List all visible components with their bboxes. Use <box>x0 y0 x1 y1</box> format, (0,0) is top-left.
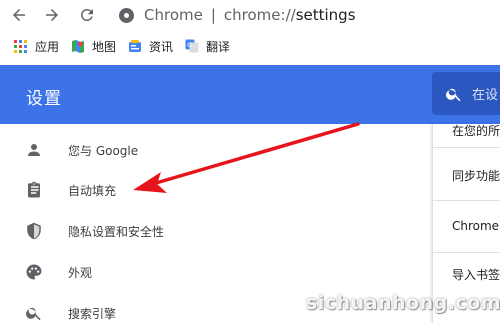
bookmark-label: 应用 <box>35 39 60 54</box>
reload-button[interactable] <box>77 5 97 25</box>
menu-item-label: 自动填充 <box>68 183 117 198</box>
person-icon <box>24 140 44 160</box>
translate-icon: G <box>185 39 199 53</box>
settings-search-input[interactable]: 在设 <box>432 72 500 115</box>
menu-item-privacy-security[interactable]: 隐私设置和安全性 <box>0 211 300 251</box>
palette-icon <box>24 262 44 282</box>
clipboard-icon <box>24 180 44 200</box>
arrow-right-icon <box>46 9 58 21</box>
maps-icon <box>72 40 85 53</box>
apps-grid-icon <box>14 39 27 53</box>
browser-toolbar: Chrome | chrome://settings <box>0 0 500 30</box>
card-row[interactable]: 同步功能 <box>433 167 500 184</box>
menu-item-label: 隐私设置和安全性 <box>68 224 165 239</box>
svg-text:G: G <box>187 42 192 49</box>
url-text: chrome://settings <box>224 6 356 24</box>
menu-item-appearance[interactable]: 外观 <box>0 252 300 292</box>
menu-item-search-engine[interactable]: 搜索引擎 <box>0 293 300 323</box>
url-scheme: chrome:// <box>223 6 296 24</box>
card-row[interactable]: 在您的所 <box>433 122 500 139</box>
search-icon <box>24 303 44 323</box>
bookmark-label: 翻译 <box>206 39 231 54</box>
bookmark-maps[interactable]: 地图 <box>65 35 122 57</box>
menu-item-label: 搜索引擎 <box>68 306 117 321</box>
menu-item-label: 您与 Google <box>68 143 139 158</box>
bookmark-label: 资讯 <box>149 39 174 54</box>
url-separator: | <box>210 6 216 24</box>
arrow-left-icon <box>13 9 25 21</box>
settings-header: 设置 在设 <box>0 65 500 124</box>
news-icon <box>129 40 142 52</box>
menu-item-autofill[interactable]: 自动填充 <box>0 170 300 210</box>
bookmarks-bar: 应用 地图 资讯 G 翻译 <box>0 33 500 59</box>
card-row[interactable]: 导入书签 <box>433 266 500 283</box>
shield-icon <box>24 221 44 241</box>
watermark: sichuanhong.com <box>306 292 500 314</box>
card-row[interactable]: Chrome <box>433 219 500 233</box>
url-path: settings <box>295 6 356 24</box>
menu-item-you-and-google[interactable]: 您与 Google <box>0 130 300 170</box>
bookmark-translate[interactable]: G 翻译 <box>179 35 236 57</box>
bookmark-apps[interactable]: 应用 <box>8 35 65 57</box>
divider <box>433 200 500 201</box>
forward-button[interactable] <box>42 5 62 25</box>
menu-item-label: 外观 <box>68 265 93 280</box>
chrome-site-icon <box>119 7 134 23</box>
bookmark-news[interactable]: 资讯 <box>122 35 179 57</box>
divider <box>433 252 500 253</box>
origin-chip: Chrome <box>144 6 203 24</box>
address-bar[interactable]: Chrome | chrome://settings <box>112 2 500 28</box>
divider <box>433 147 500 148</box>
reload-icon <box>81 9 93 21</box>
search-placeholder: 在设 <box>472 88 499 103</box>
page-title: 设置 <box>26 89 62 109</box>
search-icon <box>446 88 461 101</box>
bookmark-label: 地图 <box>92 39 117 54</box>
back-button[interactable] <box>9 5 29 25</box>
